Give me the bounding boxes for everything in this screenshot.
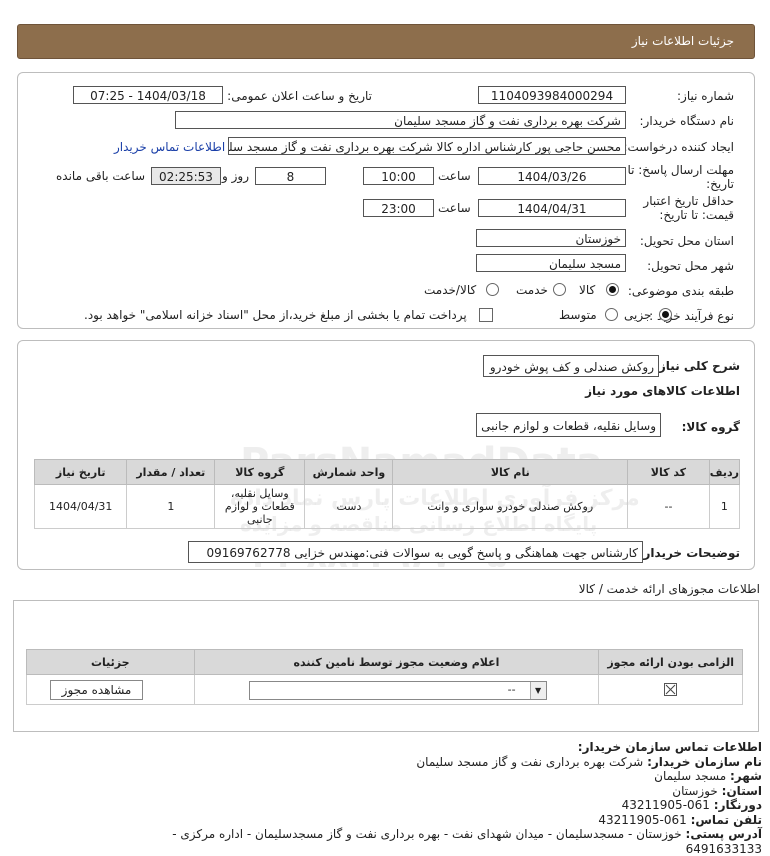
category-goods-radio[interactable] — [606, 283, 619, 296]
goods-group-field: وسایل نقلیه، قطعات و لوازم جانبی — [476, 413, 661, 437]
general-desc-label: شرح کلی نیاز: — [654, 359, 740, 373]
cell-unit: دست — [304, 484, 394, 529]
creator-field: محسن حاجی پور کارشناس اداره کالا شرکت به… — [228, 137, 626, 155]
treasury-payment-checkbox[interactable] — [479, 308, 493, 322]
general-desc-field: روکش صندلی و کف پوش خودرو — [483, 355, 659, 377]
contact-title: اطلاعات تماس سازمان خریدار: — [577, 740, 762, 754]
permits-table: الزامی بودن ارائه مجوز اعلام وضعیت مجوز … — [26, 649, 743, 705]
permits-title: اطلاعات مجوزهای ارائه خدمت / کالا — [578, 582, 760, 596]
validity-label: حداقل تاریخ اعتبار — [643, 194, 734, 208]
permit-required-cell — [598, 674, 743, 705]
dropdown-arrow-icon: ▼ — [529, 682, 546, 699]
category-both-label: کالا/خدمت — [424, 283, 477, 297]
deadline-time-label: ساعت — [438, 169, 471, 183]
goods-info-title: اطلاعات کالاهای مورد نیاز — [585, 384, 740, 398]
buyer-desc-field: کارشناس جهت هماهنگی و پاسخ گویی به سوالا… — [188, 541, 643, 563]
goods-group-label: گروه کالا: — [681, 420, 740, 434]
cell-code: -- — [627, 484, 710, 529]
col-unit: واحد شمارش — [304, 459, 394, 485]
days-field: 8 — [255, 167, 326, 185]
buyer-org-label: نام دستگاه خریدار: — [639, 114, 735, 128]
goods-table-header: ردیف کد کالا نام کالا واحد شمارش گروه کا… — [33, 459, 741, 485]
contact-city: مسجد سلیمان — [654, 769, 727, 783]
contact-org-label: نام سازمان خریدار: — [647, 754, 762, 769]
deadline-time-field: 10:00 — [363, 167, 434, 185]
contact-fax-label: دورنگار: — [713, 798, 762, 812]
contact-address: خوزستان - مسجدسلیمان - میدان شهدای نفت -… — [172, 827, 682, 841]
validity-label-date: قیمت: تا تاریخ: — [659, 208, 734, 222]
page-header: جزئیات اطلاعات نیاز — [17, 24, 755, 59]
contact-org: شرکت بهره برداری نفت و گاز مسجد سلیمان — [416, 754, 644, 769]
contact-city-label: شهر: — [730, 769, 762, 783]
cell-group: وسایل نقلیه، قطعات و لوازم جانبی — [214, 484, 306, 529]
category-service-radio[interactable] — [553, 283, 566, 296]
buyer-org-field: شرکت بهره برداری نفت و گاز مسجد سلیمان — [175, 111, 626, 129]
province-field: خوزستان — [476, 229, 626, 247]
col-code: کد کالا — [627, 459, 710, 485]
deadline-date-field: 1404/03/26 — [478, 167, 626, 185]
permits-table-header: الزامی بودن ارائه مجوز اعلام وضعیت مجوز … — [26, 649, 743, 675]
table-row: -- ▼ مشاهده مجوز — [26, 674, 743, 705]
contact-province-label: استان: — [721, 783, 762, 798]
permit-details-cell: مشاهده مجوز — [26, 674, 195, 705]
process-medium-radio[interactable] — [605, 308, 618, 321]
process-partial-radio[interactable] — [659, 308, 672, 321]
col-group: گروه کالا — [214, 459, 306, 485]
col-qty: تعداد / مقدار — [126, 459, 216, 485]
view-permit-button[interactable]: مشاهده مجوز — [50, 680, 143, 700]
category-both-radio[interactable] — [486, 283, 499, 296]
contact-fax: 061-43211905 — [621, 798, 710, 812]
table-row: 1 -- روکش صندلی خودرو سواری و وانت دست و… — [33, 484, 741, 529]
need-number-field: 1104093984000294 — [478, 86, 626, 104]
col-index: ردیف — [708, 459, 741, 485]
cell-date: 1404/04/31 — [33, 484, 128, 529]
cell-index: 1 — [708, 484, 741, 529]
col-permit-required: الزامی بودن ارائه مجوز — [598, 649, 743, 675]
city-field: مسجد سلیمان — [476, 254, 626, 272]
validity-time-field: 23:00 — [363, 199, 434, 217]
col-name: نام کالا — [392, 459, 629, 485]
days-label: روز و — [222, 169, 249, 183]
buyer-contact-link[interactable]: اطلاعات تماس خریدار — [114, 140, 225, 154]
permit-status-value: -- — [507, 683, 516, 696]
permit-status-select[interactable]: -- ▼ — [248, 681, 547, 700]
contact-phone-label: تلفن تماس: — [690, 812, 762, 827]
validity-time-label: ساعت — [438, 201, 471, 215]
city-label: شهر محل تحویل: — [647, 259, 734, 273]
contact-section: اطلاعات تماس سازمان خریدار: نام سازمان خ… — [22, 740, 762, 856]
contact-postal-code: 6491633133 — [685, 841, 762, 856]
process-partial-label: جزیی — [624, 308, 652, 322]
col-date: تاریخ نیاز — [33, 459, 128, 485]
remaining-time-field: 02:25:53 — [151, 167, 221, 185]
need-number-label: شماره نیاز: — [677, 89, 734, 103]
goods-table: ردیف کد کالا نام کالا واحد شمارش گروه کا… — [33, 459, 741, 529]
buyer-desc-label: توضیحات خریدار: — [638, 546, 740, 560]
category-goods-label: کالا — [579, 283, 596, 297]
contact-address-label: آدرس پستی: — [685, 827, 762, 841]
col-permit-details: جزئیات — [26, 649, 195, 675]
treasury-payment-note: پرداخت تمام یا بخشی از مبلغ خرید،از محل … — [84, 308, 467, 322]
contact-province: خوزستان — [672, 783, 718, 798]
deadline-label-date: تاریخ: — [706, 177, 734, 191]
remaining-label: ساعت باقی مانده — [56, 169, 146, 183]
announce-date-field: 1404/03/18 - 07:25 — [73, 86, 223, 104]
deadline-label: مهلت ارسال پاسخ: تا — [627, 163, 734, 177]
permit-status-cell: -- ▼ — [193, 674, 600, 705]
category-service-label: خدمت — [516, 283, 548, 297]
category-label: طبقه بندی موضوعی: — [627, 284, 734, 298]
announce-label: تاریخ و ساعت اعلان عمومی: — [227, 89, 372, 103]
cell-qty: 1 — [126, 484, 216, 529]
province-label: استان محل تحویل: — [639, 234, 734, 248]
process-medium-label: متوسط — [559, 308, 597, 322]
cell-name: روکش صندلی خودرو سواری و وانت — [392, 484, 629, 529]
col-permit-status: اعلام وضعیت مجوز توسط نامین کننده — [193, 649, 600, 675]
contact-phone: 061-43211905 — [598, 812, 687, 827]
checkbox-crossed-icon — [664, 683, 678, 697]
creator-label: ایجاد کننده درخواست: — [623, 140, 734, 154]
validity-date-field: 1404/04/31 — [478, 199, 626, 217]
page-title: جزئیات اطلاعات نیاز — [631, 34, 734, 48]
